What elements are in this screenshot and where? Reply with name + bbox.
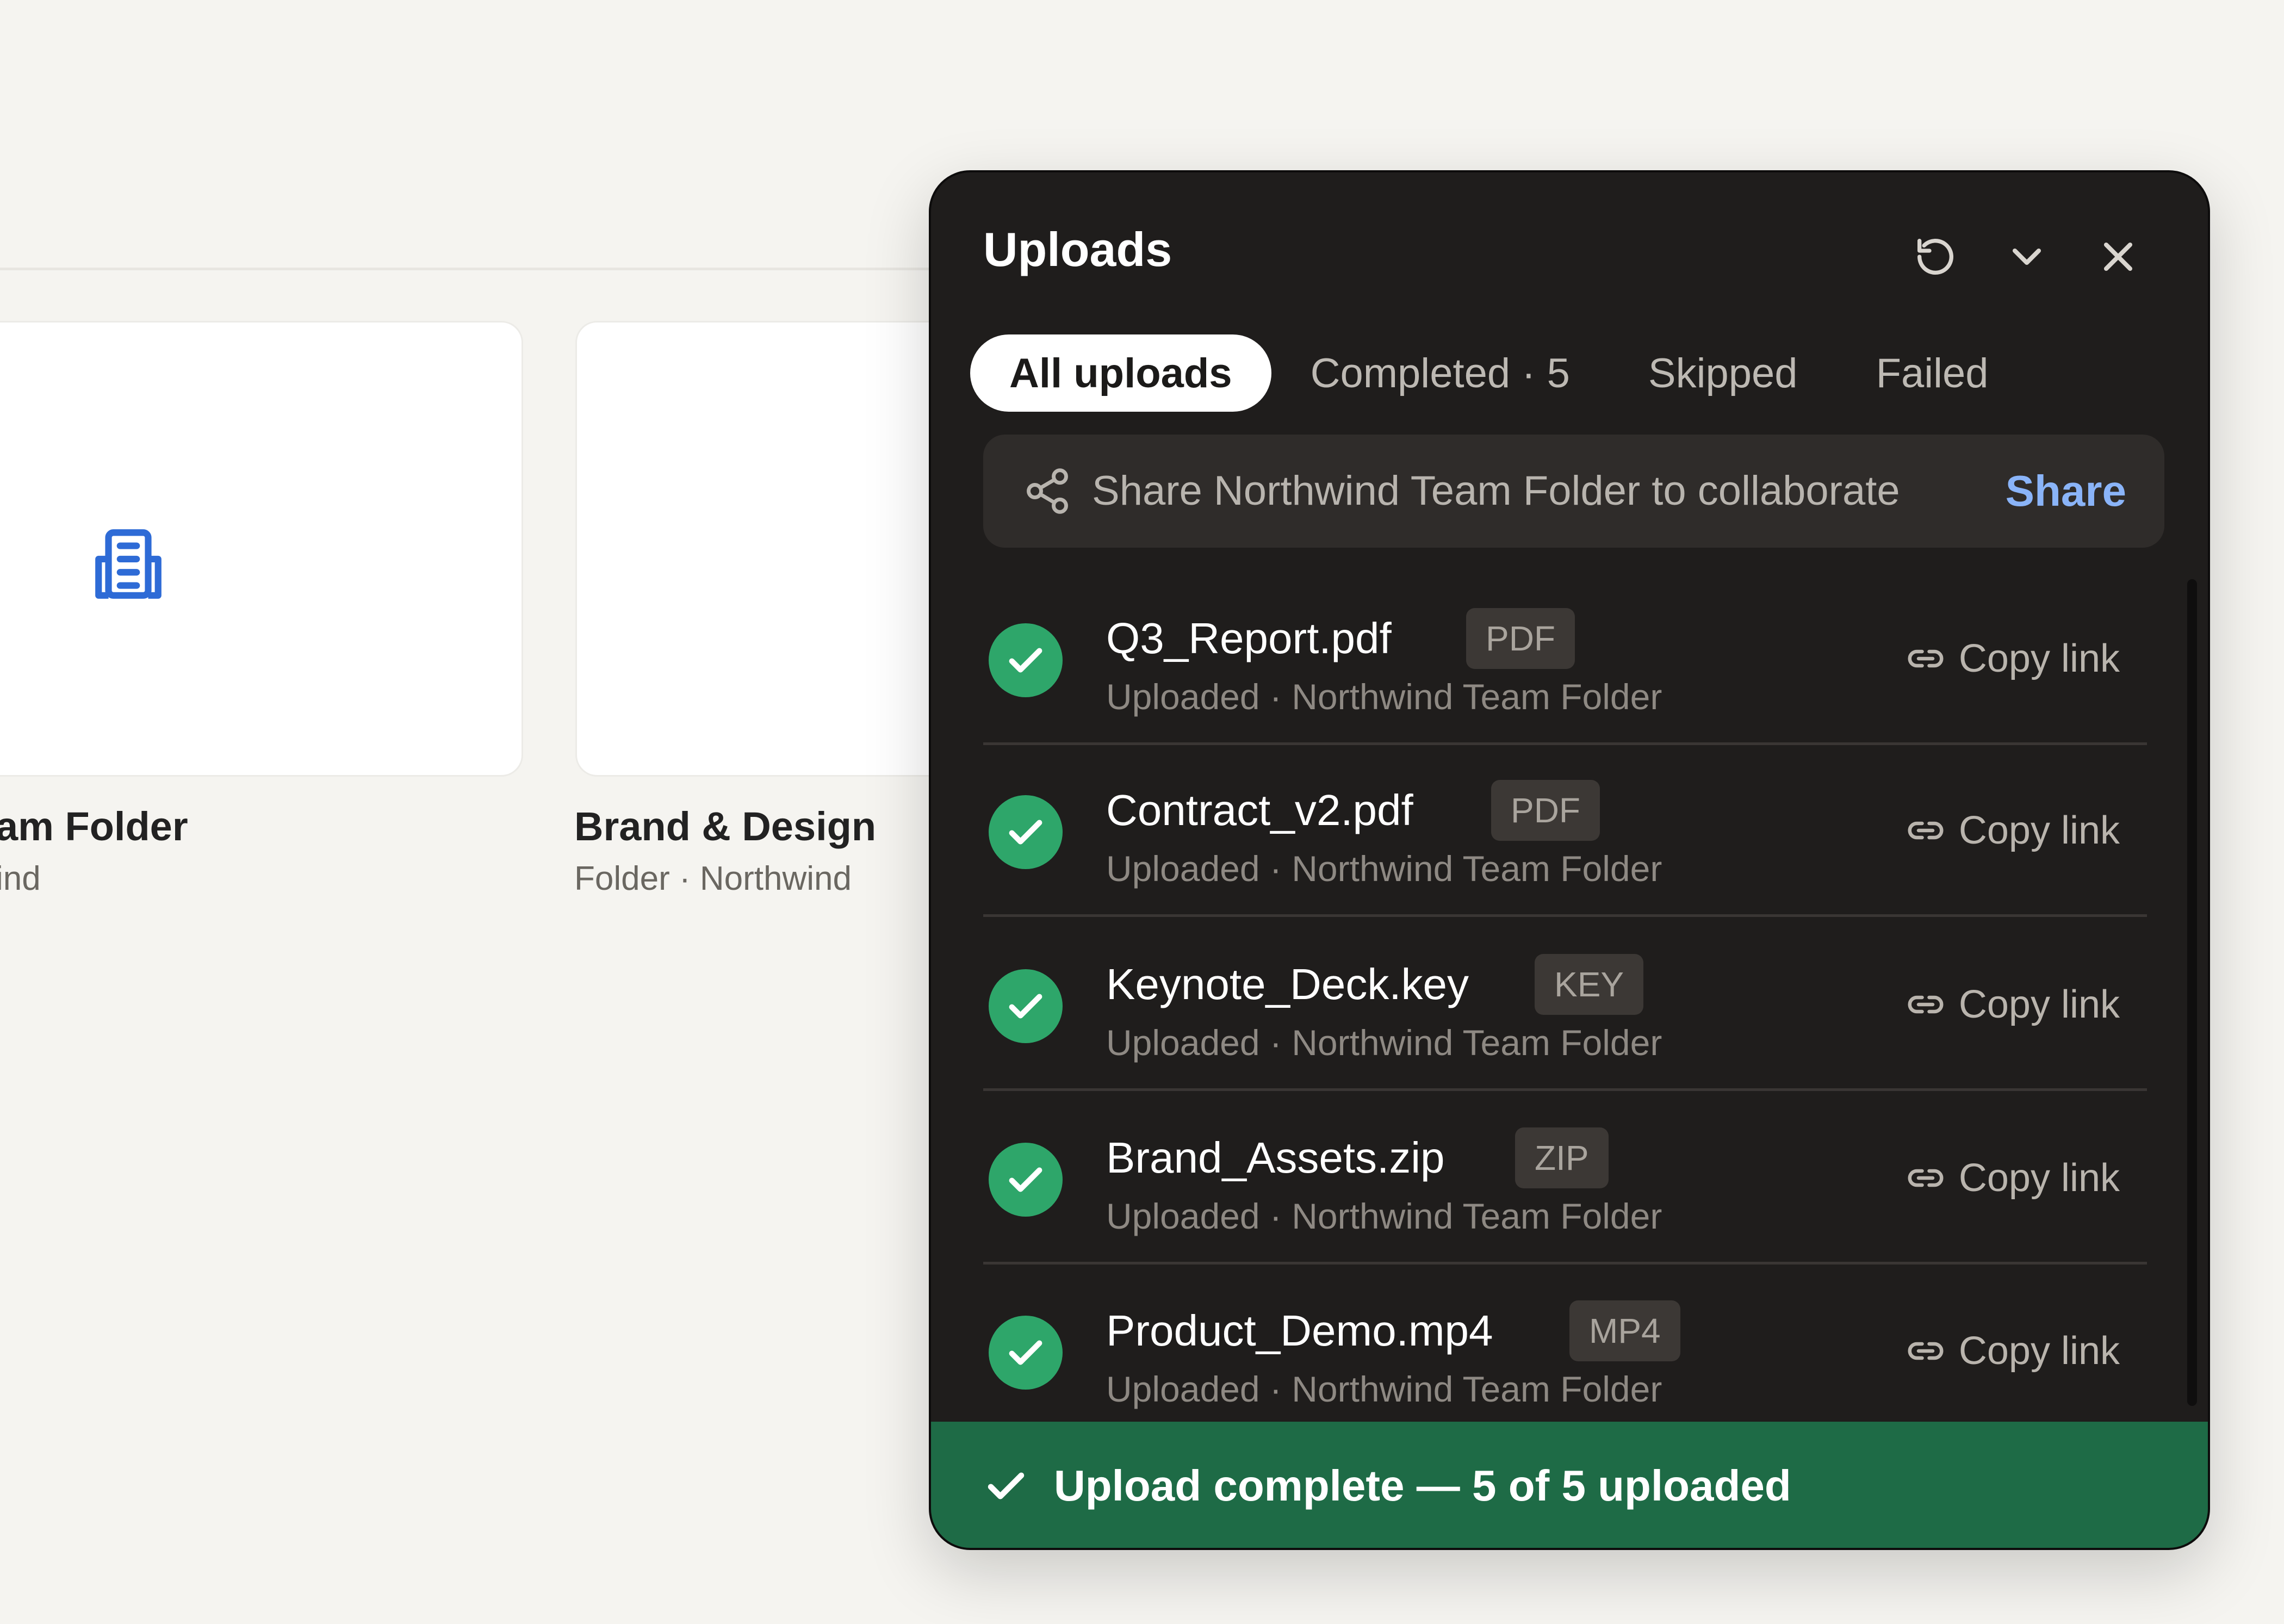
success-status — [989, 623, 1063, 697]
check-icon — [1009, 648, 1042, 673]
close-icon — [2103, 242, 2133, 271]
file-meta: Uploaded · Northwind Team Folder — [1106, 1022, 1662, 1063]
copy-link-label: Copy link — [1958, 809, 2120, 852]
file-type-badge: ZIP — [1515, 1127, 1609, 1188]
copy-link-button[interactable]: Copy link — [1904, 1329, 2120, 1373]
close-button[interactable] — [2088, 227, 2148, 287]
copy-link-button[interactable]: Copy link — [1904, 808, 2120, 853]
success-status — [989, 1143, 1063, 1217]
file-name: Q3_Report.pdf — [1106, 614, 1392, 662]
folder-title[interactable]: Brand & Design — [574, 807, 876, 847]
copy-link-label: Copy link — [1958, 637, 2120, 680]
copy-link-button[interactable]: Copy link — [1904, 1156, 2120, 1200]
link-icon — [1908, 1169, 1944, 1187]
success-status — [989, 969, 1063, 1043]
file-meta: Uploaded · Northwind Team Folder — [1106, 848, 1662, 889]
tab-completed[interactable]: Completed · 5 — [1271, 334, 1609, 412]
upload-row: Product_Demo.mp4 MP4 Uploaded · Northwin… — [983, 1265, 2147, 1437]
copy-link-label: Copy link — [1958, 1156, 2120, 1200]
upload-row: Brand_Assets.zip ZIP Uploaded · Northwin… — [983, 1092, 2147, 1265]
file-meta: Uploaded · Northwind Team Folder — [1106, 1369, 1662, 1409]
upload-row: Q3_Report.pdf PDF Uploaded · Northwind T… — [983, 572, 2147, 745]
collapse-button[interactable] — [1997, 227, 2057, 287]
folder-title[interactable]: am Folder — [0, 807, 188, 847]
header-divider — [0, 268, 935, 270]
folder-subtitle: ind — [0, 860, 41, 897]
file-name: Brand_Assets.zip — [1106, 1133, 1445, 1182]
check-icon — [1009, 994, 1042, 1019]
retry-button[interactable] — [1906, 227, 1965, 287]
file-name: Product_Demo.mp4 — [1106, 1306, 1493, 1355]
row-divider — [983, 914, 2147, 917]
copy-link-label: Copy link — [1958, 983, 2120, 1026]
link-icon — [1908, 821, 1944, 840]
check-icon — [1009, 1340, 1042, 1365]
file-meta: Uploaded · Northwind Team Folder — [1106, 1196, 1662, 1236]
check-icon — [988, 1472, 1025, 1499]
link-icon — [1908, 1342, 1944, 1360]
file-type-badge: KEY — [1535, 954, 1644, 1015]
scrollbar[interactable] — [2187, 579, 2197, 1406]
file-type-badge: PDF — [1466, 608, 1575, 669]
copy-link-button[interactable]: Copy link — [1904, 982, 2120, 1027]
link-icon — [1908, 649, 1944, 668]
share-icon — [1027, 468, 1068, 514]
tab-failed[interactable]: Failed — [1837, 334, 2028, 412]
file-name: Contract_v2.pdf — [1106, 786, 1413, 834]
folder-card[interactable] — [0, 321, 523, 777]
row-divider — [983, 1088, 2147, 1091]
file-type-badge: PDF — [1491, 780, 1600, 841]
check-icon — [1009, 820, 1042, 845]
chevron-down-icon — [2012, 248, 2041, 265]
link-icon — [1908, 995, 1944, 1014]
retry-icon — [1917, 239, 1953, 275]
success-status — [989, 1316, 1063, 1390]
file-type-badge: MP4 — [1569, 1300, 1680, 1361]
upload-tabs: All uploads Completed · 5 Skipped Failed — [970, 334, 2028, 412]
upload-row: Keynote_Deck.key KEY Uploaded · Northwin… — [983, 918, 2147, 1091]
upload-status-text: Upload complete — 5 of 5 uploaded — [1054, 1461, 1791, 1510]
upload-row: Contract_v2.pdf PDF Uploaded · Northwind… — [983, 744, 2147, 917]
tab-skipped[interactable]: Skipped — [1609, 334, 1837, 412]
share-message: Share Northwind Team Folder to collabora… — [1092, 468, 1900, 514]
share-button[interactable]: Share — [2006, 468, 2126, 514]
uploads-panel: Uploads All uploads Completed · 5 Skippe… — [929, 170, 2210, 1550]
panel-title: Uploads — [983, 222, 1172, 276]
tab-all-uploads[interactable]: All uploads — [970, 334, 1271, 412]
share-banner: Share Northwind Team Folder to collabora… — [983, 435, 2164, 548]
check-icon — [1009, 1167, 1042, 1192]
building-icon — [95, 529, 162, 599]
success-status — [989, 795, 1063, 869]
copy-link-button[interactable]: Copy link — [1904, 636, 2120, 681]
copy-link-label: Copy link — [1958, 1329, 2120, 1373]
folder-subtitle: Folder · Northwind — [574, 860, 852, 897]
file-meta: Uploaded · Northwind Team Folder — [1106, 677, 1662, 717]
upload-complete-banner: Upload complete — 5 of 5 uploaded — [931, 1422, 2208, 1548]
file-name: Keynote_Deck.key — [1106, 960, 1469, 1008]
